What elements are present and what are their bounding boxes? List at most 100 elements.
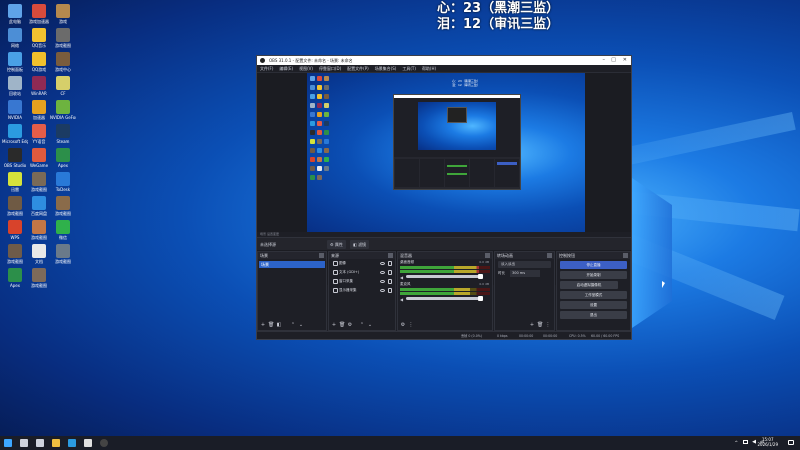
desktop-icon[interactable]: Apex xyxy=(2,268,28,298)
desktop-icon-image xyxy=(8,268,22,282)
volume-slider-knob[interactable] xyxy=(478,296,483,301)
source-label: 窗口采集 xyxy=(339,279,353,283)
menu-item[interactable]: 工具(T) xyxy=(402,66,416,71)
remove-source-button[interactable]: 🗑 xyxy=(339,322,345,328)
dock-undock-icon[interactable] xyxy=(547,253,552,258)
file-explorer-icon[interactable] xyxy=(52,439,60,447)
scene-filters-button[interactable]: ◧ xyxy=(276,322,282,328)
speaker-icon[interactable]: ◀ xyxy=(400,275,403,280)
visibility-eye-icon[interactable] xyxy=(380,280,385,283)
desktop-icon-label: 微信 xyxy=(59,235,67,240)
desktop-icon-label: 文档 xyxy=(35,259,43,264)
edge-icon[interactable] xyxy=(68,439,76,447)
source-item[interactable]: 文本 (GDI+) xyxy=(329,268,395,277)
add-scene-button[interactable]: + xyxy=(260,322,266,328)
desktop-icon[interactable]: 游戏截图 xyxy=(50,244,76,274)
menu-item[interactable]: 停靠窗口(D) xyxy=(319,66,341,71)
desktop-icon-label: QQ游戏 xyxy=(31,67,47,72)
visibility-eye-icon[interactable] xyxy=(380,262,385,265)
start-recording-button[interactable]: 开始录制 xyxy=(560,271,627,279)
visibility-eye-icon[interactable] xyxy=(380,271,385,274)
transition-menu-icon[interactable]: ⋮ xyxy=(545,322,551,328)
lock-icon[interactable] xyxy=(388,288,392,293)
menu-item[interactable]: 视图(V) xyxy=(299,66,313,71)
minimize-icon[interactable]: – xyxy=(603,56,606,65)
desktop-icon-image xyxy=(32,4,46,18)
menu-item[interactable]: 配置文件(P) xyxy=(347,66,369,71)
chrome-icon[interactable] xyxy=(84,439,92,447)
meter-unlit xyxy=(479,270,490,273)
dock-undock-icon[interactable] xyxy=(388,253,393,258)
properties-button[interactable]: ⚙ 属性 xyxy=(327,240,346,249)
move-up-button[interactable]: ⌃ xyxy=(359,322,365,328)
nested-stream-button xyxy=(497,162,517,165)
search-icon[interactable] xyxy=(20,439,28,447)
tray-chevron-icon[interactable]: ^ xyxy=(735,440,738,445)
desktop-icon-image xyxy=(8,220,22,234)
notification-icon[interactable] xyxy=(788,440,794,445)
volume-slider-knob[interactable] xyxy=(478,274,483,279)
menu-item[interactable]: 帮助(H) xyxy=(422,66,436,71)
source-item[interactable]: 图像 xyxy=(329,259,395,268)
menu-item[interactable]: 编辑(E) xyxy=(279,66,293,71)
transition-type-select[interactable]: 淡入淡出 xyxy=(498,261,551,268)
maximize-icon[interactable]: □ xyxy=(611,56,616,65)
desktop-icon[interactable]: 游戏截图 xyxy=(26,268,52,298)
mixer-link-icon[interactable]: ⚙ xyxy=(400,322,406,328)
lock-icon[interactable] xyxy=(388,270,392,275)
desktop-icon-label: 游戏截图 xyxy=(55,259,71,264)
source-properties-button[interactable]: ⚙ xyxy=(347,322,353,328)
settings-button[interactable]: 设置 xyxy=(560,301,627,309)
add-transition-button[interactable]: + xyxy=(529,322,535,328)
move-down-button[interactable]: ⌄ xyxy=(367,322,373,328)
menu-item[interactable]: 文件(F) xyxy=(260,66,273,71)
move-down-button[interactable]: ⌄ xyxy=(298,322,304,328)
lock-icon[interactable] xyxy=(388,261,392,266)
preview-desktop-icon xyxy=(324,121,329,126)
dock-undock-icon[interactable] xyxy=(485,253,490,258)
studio-mode-button[interactable]: 工作室模式 xyxy=(560,291,627,299)
obs-window[interactable]: OBS 31.0.1 - 配置文件: 未命名 - 场景: 未命名 – □ ✕ 文… xyxy=(256,55,632,340)
exit-button[interactable]: 退出 xyxy=(560,311,627,319)
remove-scene-button[interactable]: 🗑 xyxy=(268,322,274,328)
taskbar-clock[interactable]: 15:07 2026/1/29 xyxy=(757,437,778,447)
scene-list-item[interactable]: 场景 xyxy=(259,261,325,268)
speaker-icon[interactable]: ◀ xyxy=(400,297,403,302)
dock-undock-icon[interactable] xyxy=(319,253,324,258)
duration-input[interactable]: 300 ms xyxy=(510,270,540,277)
menu-item[interactable]: 场景集合(S) xyxy=(375,66,397,71)
stop-streaming-button[interactable]: 停止直播 xyxy=(560,261,627,269)
transitions-header: 转场动画 xyxy=(495,252,554,259)
virtual-camera-button[interactable]: 启动虚拟摄像机 xyxy=(560,281,618,289)
desktop-icon-label: 游戏截图 xyxy=(31,283,47,288)
volume-icon[interactable]: ◀ xyxy=(752,439,756,445)
volume-slider[interactable] xyxy=(406,296,483,301)
volume-slider[interactable] xyxy=(406,274,483,279)
preview-desktop-icon xyxy=(317,175,322,180)
dock-undock-icon[interactable] xyxy=(623,253,628,258)
source-item[interactable]: 显示器采集 xyxy=(329,286,395,295)
bitrate: 0 kbps xyxy=(497,334,508,338)
preview-desktop-icon xyxy=(324,94,329,99)
visibility-eye-icon[interactable] xyxy=(380,289,385,292)
close-icon[interactable]: ✕ xyxy=(623,56,627,65)
dropped-frames: 丢帧 0 (0.0%) xyxy=(461,334,483,338)
add-source-button[interactable]: + xyxy=(331,322,337,328)
controls-header: 控制按钮 xyxy=(557,252,630,259)
windows-start-icon[interactable] xyxy=(4,439,12,447)
obs-icon[interactable] xyxy=(100,439,108,447)
desktop-icon-label: 回收站 xyxy=(9,91,21,96)
task-view-icon[interactable] xyxy=(36,439,44,447)
preview-desktop-icon xyxy=(310,148,315,153)
desktop-icon-image xyxy=(56,172,70,186)
source-item[interactable]: 窗口采集 xyxy=(329,277,395,286)
move-up-button[interactable]: ⌃ xyxy=(290,322,296,328)
network-icon[interactable] xyxy=(743,440,748,444)
obs-title-bar[interactable]: OBS 31.0.1 - 配置文件: 未命名 - 场景: 未命名 – □ ✕ xyxy=(257,56,631,65)
lock-icon[interactable] xyxy=(388,279,392,284)
filters-button[interactable]: ◧ 滤镜 xyxy=(350,240,370,249)
preview-desktop-icon xyxy=(317,166,322,171)
desktop-icon-image xyxy=(56,124,70,138)
remove-transition-button[interactable]: 🗑 xyxy=(537,322,543,328)
mixer-menu-icon[interactable]: ⋮ xyxy=(408,322,414,328)
